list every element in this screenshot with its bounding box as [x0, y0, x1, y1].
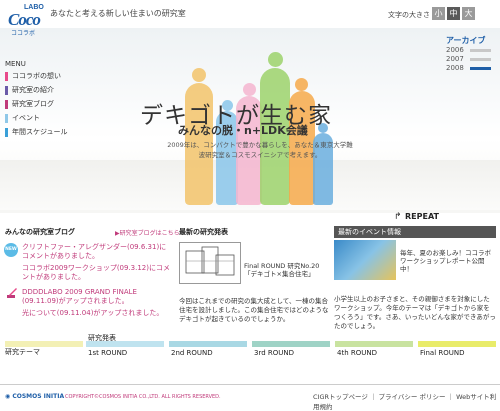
news-text: 今回はこれまでの研究の集大成として、一棟の集合住宅を設計しました。この集合住宅で…	[179, 297, 329, 323]
repeat-icon[interactable]: ↱	[394, 212, 402, 222]
menu-title: MENU	[5, 60, 26, 68]
menu-item-concept[interactable]: ココラボの想い	[5, 71, 77, 82]
news-caption[interactable]: Final ROUND 研究No.20「デキゴト×集合住宅」	[244, 262, 332, 278]
menu-bar	[5, 71, 8, 81]
hero-description: 2009年は、コンパクトで豊かな暮らしを、あなた＆東京大学難波研究室＆コスモスイ…	[167, 141, 353, 159]
menu-item-label: 研究室の紹介	[12, 86, 54, 94]
round-bar-1	[86, 341, 164, 347]
round-3-link[interactable]: 3rd ROUND	[254, 349, 294, 357]
workshop-photo[interactable]	[334, 240, 396, 280]
footer-divider	[0, 384, 500, 385]
archive-bar-2007	[470, 58, 491, 61]
event-heading: 最新のイベント情報	[334, 226, 496, 238]
blog-entry-2[interactable]: ココラボ2009ワークショップ(09.3.12)にコメントがありました。	[22, 264, 172, 282]
menu-bar	[5, 99, 8, 109]
menu-item-label: ココラボの想い	[12, 72, 61, 80]
round-1-link[interactable]: 1st ROUND	[88, 349, 127, 357]
menu-item-label: 研究室ブログ	[12, 100, 54, 108]
research-theme-label[interactable]: 研究テーマ	[5, 347, 40, 357]
blog-entry-3[interactable]: DDDDLABO 2009 GRAND FINALE (09.11.09)がアッ…	[22, 288, 172, 306]
new-badge: NEW	[4, 243, 18, 257]
font-size-medium-button[interactable]: 中	[447, 7, 460, 20]
menu-bar	[5, 113, 8, 123]
menu-item-label: 年間スケジュール	[12, 128, 68, 136]
menu-bar	[5, 85, 8, 95]
repeat-button[interactable]: REPEAT	[405, 212, 439, 221]
archive-item-2007[interactable]: 2007	[446, 55, 464, 63]
font-size-large-button[interactable]: 大	[462, 7, 475, 20]
menu-item-lab-blog[interactable]: 研究室ブログ	[5, 99, 77, 110]
cosmos-logo-text: COSMOS INITIA	[12, 393, 65, 400]
blog-more-link[interactable]: ▶研究室ブログはこちら	[115, 228, 180, 237]
logo-kana-text: ココラボ	[11, 30, 36, 37]
menu-item-lab-intro[interactable]: 研究室の紹介	[5, 85, 77, 96]
pencil-icon	[7, 288, 17, 298]
menu-item-schedule[interactable]: 年間スケジュール	[5, 127, 77, 138]
round-bar-4	[335, 341, 413, 347]
round-bar-2	[169, 341, 247, 347]
menu-item-label: イベント	[12, 114, 40, 122]
news-heading: 最新の研究発表	[179, 228, 228, 236]
tagline: あなたと考える新しい住まいの研究室	[50, 9, 186, 18]
archive-bar-2006	[470, 49, 491, 52]
archive-title: アーカイブ	[446, 36, 486, 45]
cosmos-initia-logo[interactable]: ◉ COSMOS INITIA	[5, 393, 64, 400]
round-bar-final	[418, 341, 496, 347]
font-size-small-button[interactable]: 小	[432, 7, 445, 20]
blog-entry-1[interactable]: クリフトファー・アレグザンダー(09.6.31)にコメントがありました。	[22, 243, 172, 261]
round-4-link[interactable]: 4th ROUND	[337, 349, 377, 357]
menu-bar	[5, 127, 8, 137]
archive-item-2008[interactable]: 2008	[446, 64, 464, 72]
archive-bar-2008	[470, 67, 491, 70]
copyright: COPYRIGHT©COSMOS INITIA CO.,LTD. ALL RIG…	[65, 394, 221, 400]
round-bar-3	[252, 341, 330, 347]
event-text: 小学生以上のお子さまと、その親御さまを対象にしたワークショップ。今年のテーマは「…	[334, 295, 496, 330]
round-final-link[interactable]: Final ROUND	[420, 349, 464, 357]
round-2-link[interactable]: 2nd ROUND	[171, 349, 213, 357]
font-size-label: 文字の大きさ	[388, 11, 430, 19]
archive-item-2006[interactable]: 2006	[446, 46, 464, 54]
event-caption[interactable]: 毎年、夏のお楽しみ！ココラボワークショップレポート公開中！	[400, 249, 495, 273]
logo[interactable]: LABO Coco ココラボ	[6, 4, 46, 37]
footer-links[interactable]: CIGRトップページ ｜ プライバシー ポリシー ｜ Webサイト利用規約	[313, 391, 500, 411]
research-model-image[interactable]	[179, 242, 241, 284]
hero-subtitle: みんなの脱・n+LDK会議	[178, 124, 308, 137]
logo-coco-text: Coco	[8, 10, 41, 29]
blog-entry-4[interactable]: 光について(09.11.04)がアップされました。	[22, 309, 172, 318]
menu-item-event[interactable]: イベント	[5, 113, 77, 124]
